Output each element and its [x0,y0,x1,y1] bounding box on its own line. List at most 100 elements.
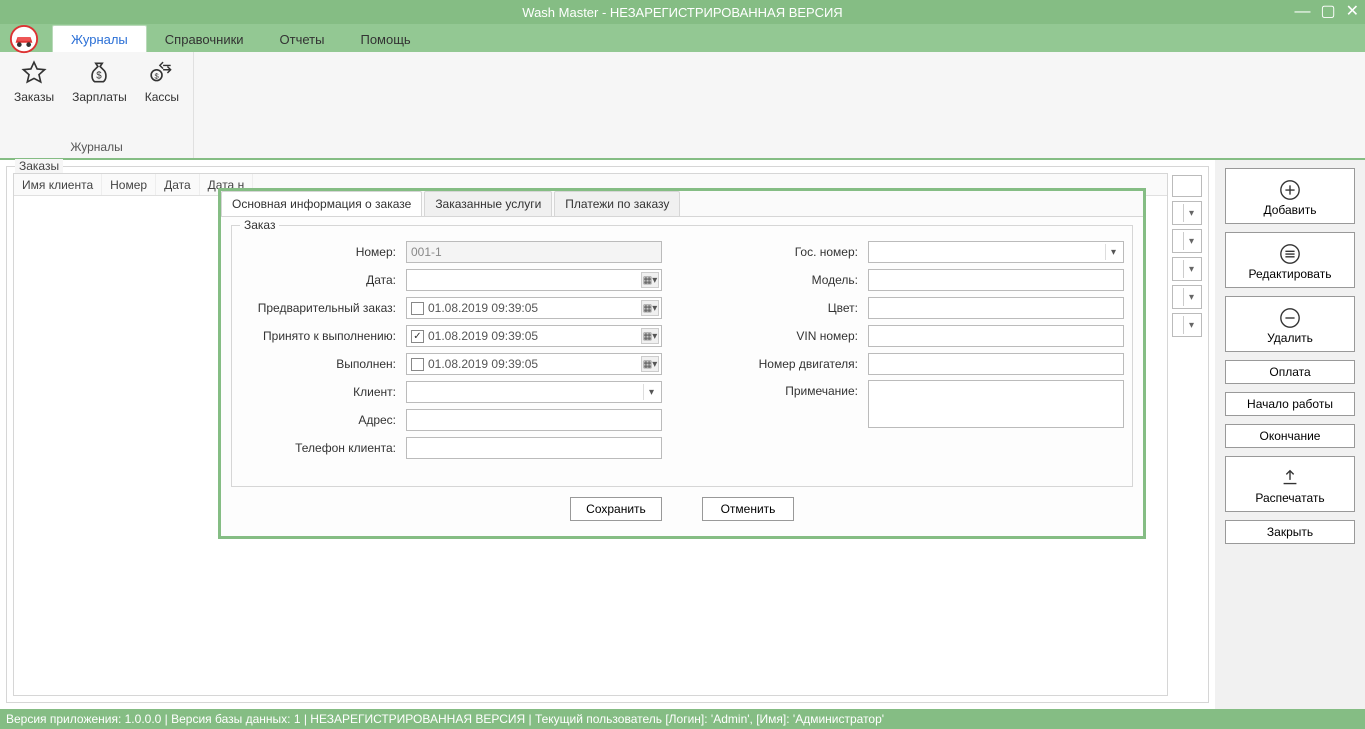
calendar-icon[interactable]: ▦▾ [641,272,659,288]
ribbon: Заказы $ Зарплаты $ Кассы Журналы [0,52,1365,160]
preorder-field[interactable]: 01.08.2019 09:39:05▦▾ [406,297,662,319]
form-right-column: Гос. номер: ▾ Модель: Цвет: VIN номер: Н… [702,240,1124,460]
vin-field[interactable] [868,325,1124,347]
done-checkbox[interactable] [411,358,424,371]
add-button[interactable]: Добавить [1225,168,1355,224]
accepted-field[interactable]: ✓01.08.2019 09:39:05▦▾ [406,325,662,347]
order-fieldset-label: Заказ [240,218,279,232]
dialog-tabs: Основная информация о заказе Заказанные … [221,191,1143,217]
number-field: 001-1 [406,241,662,263]
date-field[interactable]: ▦▾ [406,269,662,291]
chevron-down-icon: ▾ [1183,288,1199,306]
chevron-down-icon: ▾ [1183,204,1199,222]
chevron-down-icon: ▾ [1183,232,1199,250]
form-left-column: Номер: 001-1 Дата: ▦▾ Предварительный за… [240,240,662,460]
color-field[interactable] [868,297,1124,319]
phone-label: Телефон клиента: [240,441,400,455]
vin-label: VIN номер: [702,329,862,343]
filter-dropdown-5[interactable]: ▾ [1172,313,1202,337]
gosnum-field[interactable]: ▾ [868,241,1124,263]
engine-label: Номер двигателя: [702,357,862,371]
ribbon-cash-label: Кассы [145,90,179,104]
plus-circle-icon [1279,179,1301,201]
close-icon[interactable]: ✕ [1346,4,1359,20]
order-dialog: Основная информация о заказе Заказанные … [218,188,1146,539]
print-button[interactable]: Распечатать [1225,456,1355,512]
menu-circle-icon [1279,243,1301,265]
tab-journals[interactable]: Журналы [52,25,147,52]
done-field[interactable]: 01.08.2019 09:39:05▦▾ [406,353,662,375]
filter-column: ▾ ▾ ▾ ▾ ▾ [1172,173,1202,696]
filter-input[interactable] [1172,175,1202,197]
status-text: Версия приложения: 1.0.0.0 | Версия базы… [6,712,884,726]
calendar-icon[interactable]: ▦▾ [641,300,659,316]
col-date[interactable]: Дата [156,174,200,195]
money-bag-icon: $ [86,60,112,86]
minus-circle-icon [1279,307,1301,329]
ribbon-salaries[interactable]: $ Зарплаты [66,56,133,138]
ribbon-orders[interactable]: Заказы [8,56,60,138]
color-label: Цвет: [702,301,862,315]
app-icon [0,24,48,52]
filter-dropdown-1[interactable]: ▾ [1172,201,1202,225]
ribbon-group-label: Журналы [70,138,122,156]
preorder-label: Предварительный заказ: [240,301,400,315]
save-button[interactable]: Сохранить [570,497,662,521]
close-button[interactable]: Закрыть [1225,520,1355,544]
edit-button[interactable]: Редактировать [1225,232,1355,288]
phone-field[interactable] [406,437,662,459]
model-field[interactable] [868,269,1124,291]
filter-dropdown-4[interactable]: ▾ [1172,285,1202,309]
ribbon-orders-label: Заказы [14,90,54,104]
calendar-icon[interactable]: ▦▾ [641,356,659,372]
dialog-tab-main[interactable]: Основная информация о заказе [221,191,422,216]
preorder-checkbox[interactable] [411,302,424,315]
dialog-tab-services[interactable]: Заказанные услуги [424,191,552,216]
address-label: Адрес: [240,413,400,427]
delete-button[interactable]: Удалить [1225,296,1355,352]
gosnum-label: Гос. номер: [702,245,862,259]
star-icon [21,60,47,86]
col-client[interactable]: Имя клиента [14,174,102,195]
menu-strip: Журналы Справочники Отчеты Помощь [0,24,1365,52]
tab-reports[interactable]: Отчеты [262,26,343,52]
cancel-button[interactable]: Отменить [702,497,794,521]
minimize-icon[interactable]: — [1294,4,1310,20]
ribbon-cash[interactable]: $ Кассы [139,56,185,138]
orders-groupbox-label: Заказы [15,159,63,173]
pay-button[interactable]: Оплата [1225,360,1355,384]
svg-text:$: $ [154,71,159,80]
maximize-icon[interactable]: ▢ [1320,4,1335,20]
filter-dropdown-2[interactable]: ▾ [1172,229,1202,253]
col-number[interactable]: Номер [102,174,156,195]
window-controls: — ▢ ✕ [1294,0,1359,24]
accepted-checkbox[interactable]: ✓ [411,330,424,343]
engine-field[interactable] [868,353,1124,375]
status-bar: Версия приложения: 1.0.0.0 | Версия базы… [0,709,1365,729]
menu-tabs: Журналы Справочники Отчеты Помощь [48,24,429,52]
right-actions-panel: Добавить Редактировать Удалить Оплата На… [1215,160,1365,709]
tab-help[interactable]: Помощь [342,26,428,52]
note-label: Примечание: [702,380,862,398]
address-field[interactable] [406,409,662,431]
client-label: Клиент: [240,385,400,399]
calendar-icon[interactable]: ▦▾ [641,328,659,344]
done-label: Выполнен: [240,357,400,371]
upload-icon [1279,467,1301,489]
chevron-down-icon: ▾ [643,384,659,400]
model-label: Модель: [702,273,862,287]
number-label: Номер: [240,245,400,259]
client-field[interactable]: ▾ [406,381,662,403]
svg-text:$: $ [97,70,103,81]
chevron-down-icon: ▾ [1105,244,1121,260]
start-work-button[interactable]: Начало работы [1225,392,1355,416]
note-field[interactable] [868,380,1124,428]
ribbon-salaries-label: Зарплаты [72,90,127,104]
accepted-label: Принято к выполнению: [240,329,400,343]
date-label: Дата: [240,273,400,287]
dialog-tab-payments[interactable]: Платежи по заказу [554,191,680,216]
tab-references[interactable]: Справочники [147,26,262,52]
filter-dropdown-3[interactable]: ▾ [1172,257,1202,281]
cash-transfer-icon: $ [149,60,175,86]
end-work-button[interactable]: Окончание [1225,424,1355,448]
